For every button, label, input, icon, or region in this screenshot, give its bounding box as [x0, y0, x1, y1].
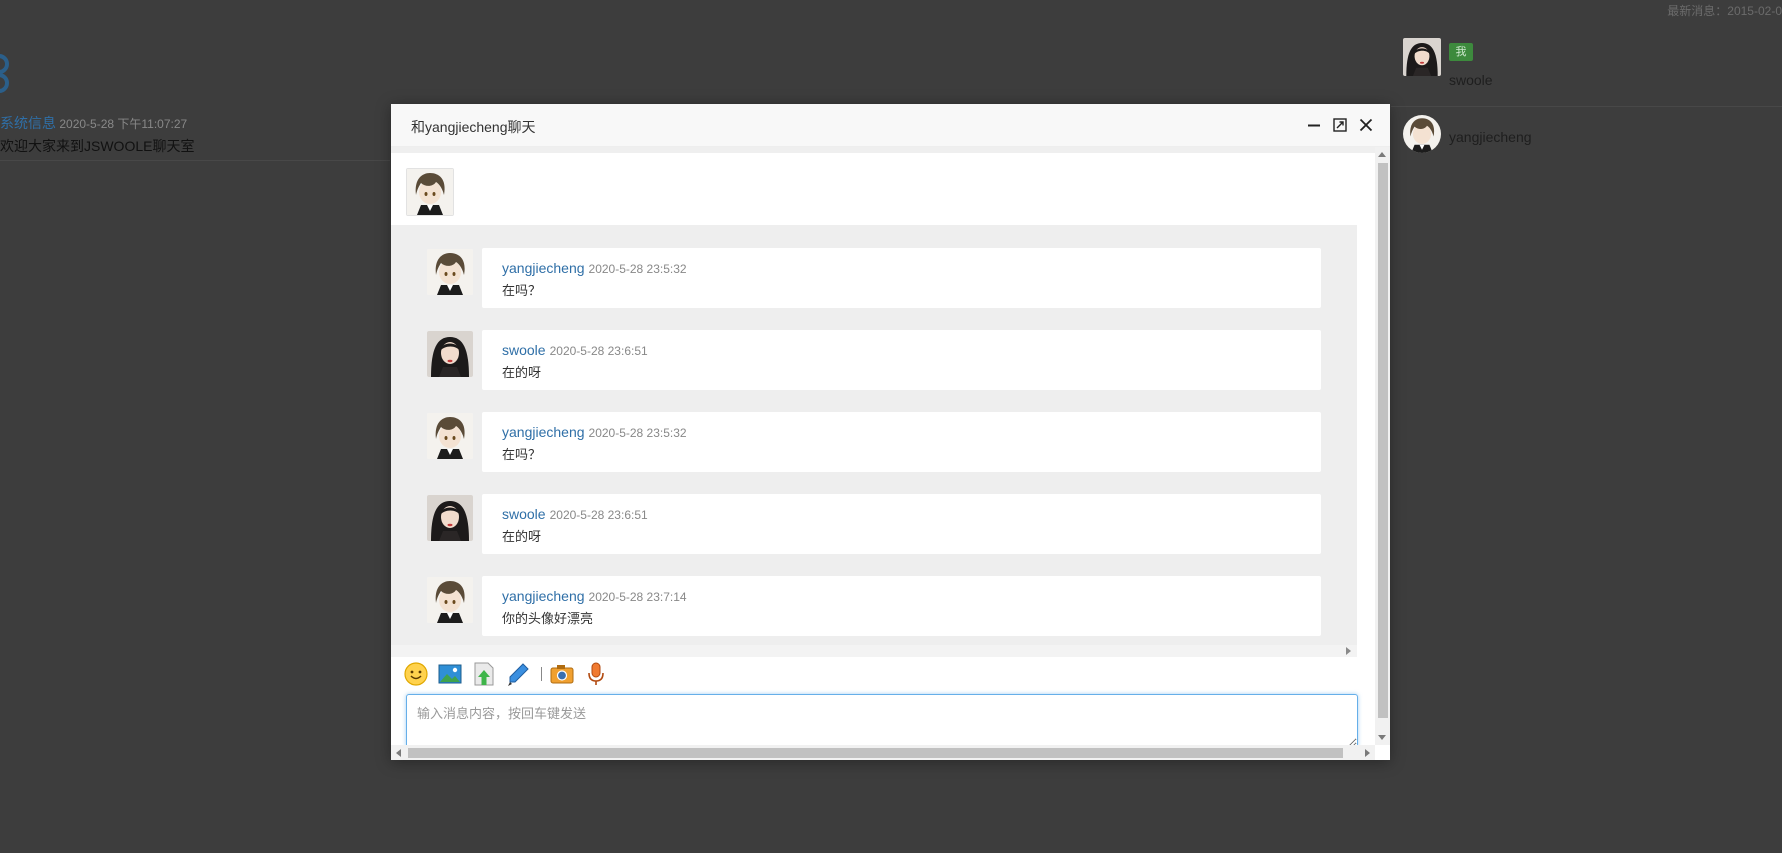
message-input-container	[406, 694, 1358, 745]
upload-file-icon[interactable]	[471, 661, 497, 687]
message-sender[interactable]: yangjiecheng	[502, 260, 585, 276]
smiley-icon[interactable]	[403, 661, 429, 687]
user-name: swoole	[1449, 72, 1493, 88]
minimize-icon[interactable]	[1305, 116, 1323, 134]
camera-icon[interactable]	[549, 661, 575, 687]
message-sender[interactable]: swoole	[502, 506, 546, 522]
message-input[interactable]	[406, 694, 1358, 745]
user-name: yangjiecheng	[1449, 129, 1532, 145]
message-text: 你的头像好漂亮	[502, 611, 594, 626]
boy-avatar	[427, 413, 473, 459]
latest-notice: 最新消息：2015-02-0	[1667, 4, 1782, 18]
message-sender[interactable]: swoole	[502, 342, 546, 358]
message-text: 在的呀	[502, 365, 542, 380]
scroll-thumb[interactable]	[408, 748, 1343, 758]
message-bubble: swoole 2020-5-28 23:6:51 在的呀	[482, 494, 1321, 554]
dialog-body: yangjiecheng 2020-5-28 23:5:32 在吗？ swool…	[391, 153, 1375, 745]
girl-avatar	[427, 495, 473, 541]
message-list-hscrollbar[interactable]	[391, 645, 1357, 657]
boy-avatar	[406, 168, 454, 216]
message-list[interactable]: yangjiecheng 2020-5-28 23:5:32 在吗？ swool…	[391, 225, 1357, 645]
dialog-vscrollbar[interactable]	[1375, 147, 1390, 745]
girl-avatar	[1403, 38, 1441, 76]
message-time: 2020-5-28 23:5:32	[588, 426, 687, 440]
boy-avatar	[427, 249, 473, 295]
scroll-right-arrow-icon[interactable]	[1346, 647, 1351, 655]
system-message-text: 欢迎大家来到JSWOOLE聊天室	[0, 138, 195, 154]
message-text: 在吗？	[502, 283, 542, 298]
divider	[1391, 106, 1782, 107]
message-item: yangjiecheng 2020-5-28 23:7:14 你的头像好漂亮	[427, 576, 1321, 636]
scroll-thumb[interactable]	[1378, 163, 1388, 718]
message-time: 2020-5-28 23:7:14	[588, 590, 687, 604]
dialog-header[interactable]: 和yangjiecheng聊天	[391, 104, 1390, 147]
message-item: swoole 2020-5-28 23:6:51 在的呀	[427, 494, 1321, 554]
chat-dialog: 和yangjiecheng聊天 yangjiecheng 2020-5-28 2…	[391, 104, 1390, 760]
maximize-icon[interactable]	[1331, 116, 1349, 134]
pen-icon[interactable]	[505, 661, 531, 687]
boy-avatar	[1403, 115, 1441, 153]
message-bubble: swoole 2020-5-28 23:6:51 在的呀	[482, 330, 1321, 390]
message-item: swoole 2020-5-28 23:6:51 在的呀	[427, 330, 1321, 390]
system-message-time: 2020-5-28 下午11:07:27	[59, 117, 188, 131]
scroll-up-arrow-icon[interactable]	[1378, 152, 1386, 157]
message-item: yangjiecheng 2020-5-28 23:5:32 在吗？	[427, 248, 1321, 308]
scroll-down-arrow-icon[interactable]	[1378, 735, 1386, 740]
toolbar-separator	[541, 667, 542, 681]
system-message-sender[interactable]: 系统信息	[0, 115, 56, 131]
scroll-left-arrow-icon[interactable]	[396, 749, 401, 757]
message-time: 2020-5-28 23:5:32	[588, 262, 687, 276]
message-bubble: yangjiecheng 2020-5-28 23:7:14 你的头像好漂亮	[482, 576, 1321, 636]
scroll-right-arrow-icon[interactable]	[1365, 749, 1370, 757]
dialog-hscrollbar[interactable]	[391, 745, 1375, 760]
message-bubble: yangjiecheng 2020-5-28 23:5:32 在吗？	[482, 412, 1321, 472]
message-sender[interactable]: yangjiecheng	[502, 424, 585, 440]
app-logo-icon	[0, 52, 10, 94]
message-time: 2020-5-28 23:6:51	[549, 344, 648, 358]
image-icon[interactable]	[437, 661, 463, 687]
me-badge: 我	[1449, 43, 1473, 61]
dialog-title: 和yangjiecheng聊天	[411, 119, 536, 135]
message-time: 2020-5-28 23:6:51	[549, 508, 648, 522]
message-text: 在吗？	[502, 447, 542, 462]
divider	[0, 160, 390, 161]
message-sender[interactable]: yangjiecheng	[502, 588, 585, 604]
message-bubble: yangjiecheng 2020-5-28 23:5:32 在吗？	[482, 248, 1321, 308]
microphone-icon[interactable]	[583, 661, 609, 687]
message-item: yangjiecheng 2020-5-28 23:5:32 在吗？	[427, 412, 1321, 472]
boy-avatar	[427, 577, 473, 623]
girl-avatar	[427, 331, 473, 377]
close-icon[interactable]	[1357, 116, 1375, 134]
message-text: 在的呀	[502, 529, 542, 544]
system-message: 系统信息 2020-5-28 下午11:07:27 欢迎大家来到JSWOOLE聊…	[0, 113, 194, 156]
